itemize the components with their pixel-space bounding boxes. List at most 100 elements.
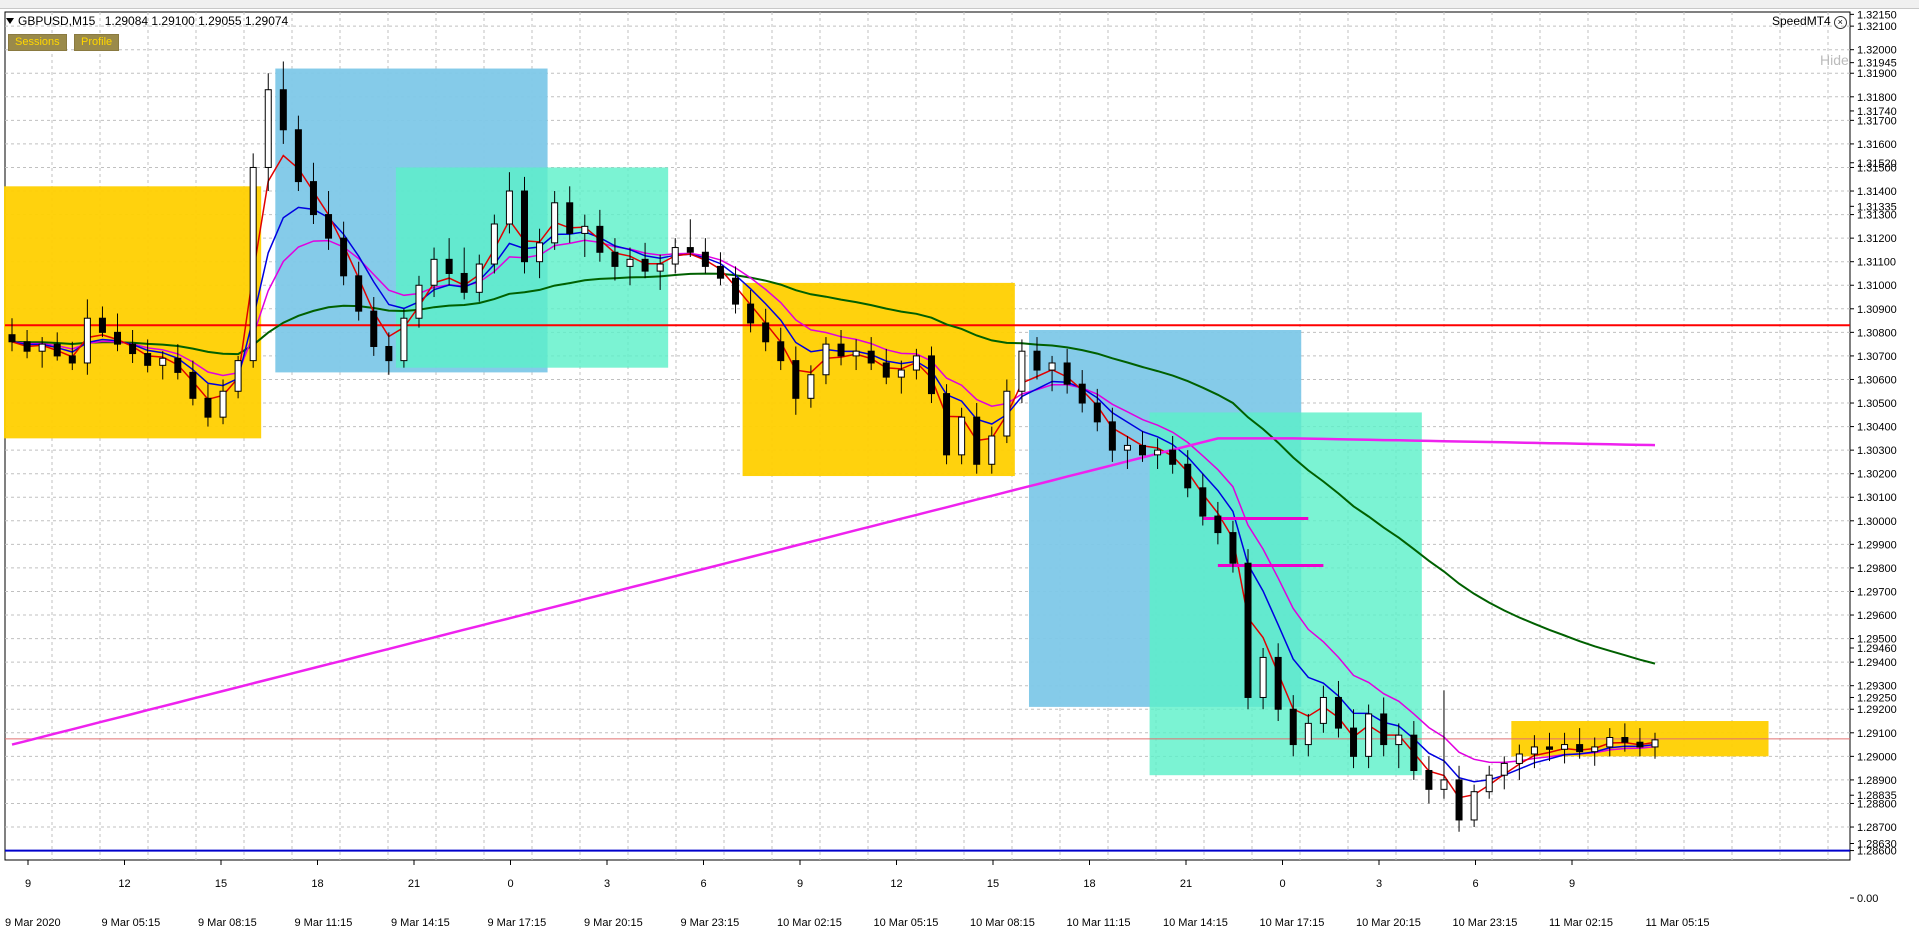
candle-body	[294, 129, 302, 183]
x-date-label: 9 Mar 2020	[5, 917, 61, 929]
candle-body	[1455, 779, 1463, 821]
candle-body	[204, 397, 212, 418]
y-tick-label: 1.30100	[1857, 492, 1897, 504]
x-date-label: 9 Mar 11:15	[295, 917, 353, 929]
y-tick-label: 1.30400	[1857, 422, 1897, 434]
candle-body	[1561, 744, 1569, 750]
candle-body	[1003, 390, 1011, 437]
candle-body	[732, 277, 740, 305]
candle-body	[912, 355, 920, 371]
candle-body	[1651, 739, 1659, 748]
candle-body	[490, 223, 498, 265]
x-date-label: 10 Mar 11:15	[1067, 917, 1131, 929]
dropdown-triangle-icon[interactable]	[6, 18, 14, 24]
candle-body	[1591, 746, 1599, 753]
candle-body	[927, 355, 935, 395]
y-tick-label: 1.29400	[1857, 657, 1897, 669]
x-hour-label: 6	[1472, 878, 1478, 890]
y-tick-label: 1.31600	[1857, 139, 1897, 151]
y-tick-label: 1.29800	[1857, 563, 1897, 575]
y-tick-label: 1.30700	[1857, 351, 1897, 363]
candle-body	[340, 237, 348, 277]
candle-body	[852, 350, 860, 357]
x-hour-label: 21	[1180, 878, 1192, 890]
candle-body	[1365, 713, 1373, 757]
x-hour-label: 9	[25, 878, 31, 890]
y-tick-label: 1.30500	[1857, 398, 1897, 410]
x-hour-label: 15	[987, 878, 999, 890]
y-tick-label: 1.31100	[1857, 257, 1896, 269]
candle-body	[309, 181, 317, 216]
symbol-info: GBPUSD,M15	[18, 14, 96, 28]
x-date-label: 9 Mar 17:15	[488, 917, 547, 929]
y-tick-label: 1.28800	[1857, 798, 1897, 810]
candle-body	[460, 272, 468, 293]
hide-button[interactable]: Hide	[1820, 52, 1849, 68]
candle-body	[1033, 350, 1041, 371]
candle-body	[8, 334, 16, 343]
x-hour-label: 12	[890, 878, 902, 890]
y-tick-label: 1.29250	[1857, 692, 1897, 704]
candle-body	[1621, 737, 1629, 743]
candle-body	[475, 263, 483, 293]
candle-body	[1410, 734, 1418, 771]
y-tick-label: 1.32150	[1857, 9, 1897, 21]
candle-body	[1123, 444, 1131, 451]
candle-body	[1018, 350, 1026, 392]
candle-body	[325, 214, 333, 239]
candle-body	[1063, 362, 1071, 385]
y-tick-label: 1.29000	[1857, 751, 1897, 763]
x-date-label: 10 Mar 23:15	[1453, 917, 1518, 929]
candle-body	[822, 343, 830, 376]
x-date-label: 9 Mar 20:15	[584, 917, 643, 929]
y-tick-label: 1.30900	[1857, 304, 1897, 316]
candle-body	[536, 242, 544, 263]
candle-body	[1048, 362, 1056, 371]
candle-body	[1078, 383, 1086, 404]
candle-body	[551, 202, 559, 244]
candle-body	[897, 369, 905, 378]
candle-body	[1184, 463, 1192, 489]
candle-body	[1470, 791, 1478, 821]
x-date-label: 9 Mar 08:15	[198, 917, 257, 929]
candle-body	[98, 317, 106, 333]
candle-body	[1636, 741, 1644, 748]
candle-body	[626, 258, 634, 267]
y-tick-label: 1.31800	[1857, 92, 1897, 104]
y-tick-label: 1.31900	[1857, 68, 1897, 80]
candle-body	[581, 225, 589, 234]
profile-button[interactable]: Profile	[74, 34, 120, 51]
candle-body	[415, 284, 423, 319]
x-date-label: 11 Mar 02:15	[1549, 917, 1613, 929]
y-tick-label: 1.28700	[1857, 822, 1897, 834]
sessions-button[interactable]: Sessions	[8, 34, 67, 51]
candle-body	[867, 350, 875, 364]
candle-body	[1154, 449, 1162, 456]
candle-body	[988, 435, 996, 465]
y-tick-label: 1.29700	[1857, 586, 1897, 598]
candle-body	[1440, 779, 1448, 790]
candle-body	[505, 190, 513, 225]
x-hour-label: 0	[507, 878, 513, 890]
y-tick-label: 1.32100	[1857, 21, 1897, 33]
candle-body	[671, 247, 679, 265]
chart-window[interactable]: 1.32150 1.32100 1.32000 1.31945 1.31900 1.318…	[0, 0, 1919, 935]
y-tick-label: 1.31200	[1857, 233, 1897, 245]
candle-body	[279, 89, 287, 131]
price-chart[interactable]: 1.321501.321001.320001.319451.319001.318…	[0, 0, 1919, 935]
candle-body	[1545, 746, 1553, 750]
candle-body	[1350, 727, 1358, 757]
candle-body	[762, 322, 770, 343]
candle-body	[83, 317, 91, 364]
x-date-label: 9 Mar 05:15	[102, 917, 161, 929]
close-icon[interactable]: ×	[1833, 16, 1847, 29]
candle-body	[882, 362, 890, 378]
y-tick-label: 1.30000	[1857, 516, 1897, 528]
candle-body	[641, 258, 649, 272]
x-date-label: 10 Mar 17:15	[1260, 917, 1325, 929]
y-tick-label: 1.31400	[1857, 186, 1897, 198]
candle-body	[1576, 744, 1584, 753]
candle-body	[1259, 656, 1267, 698]
ohlc-values: 1.29084 1.29100 1.29055 1.29074	[104, 14, 289, 28]
candle-body	[445, 258, 453, 274]
